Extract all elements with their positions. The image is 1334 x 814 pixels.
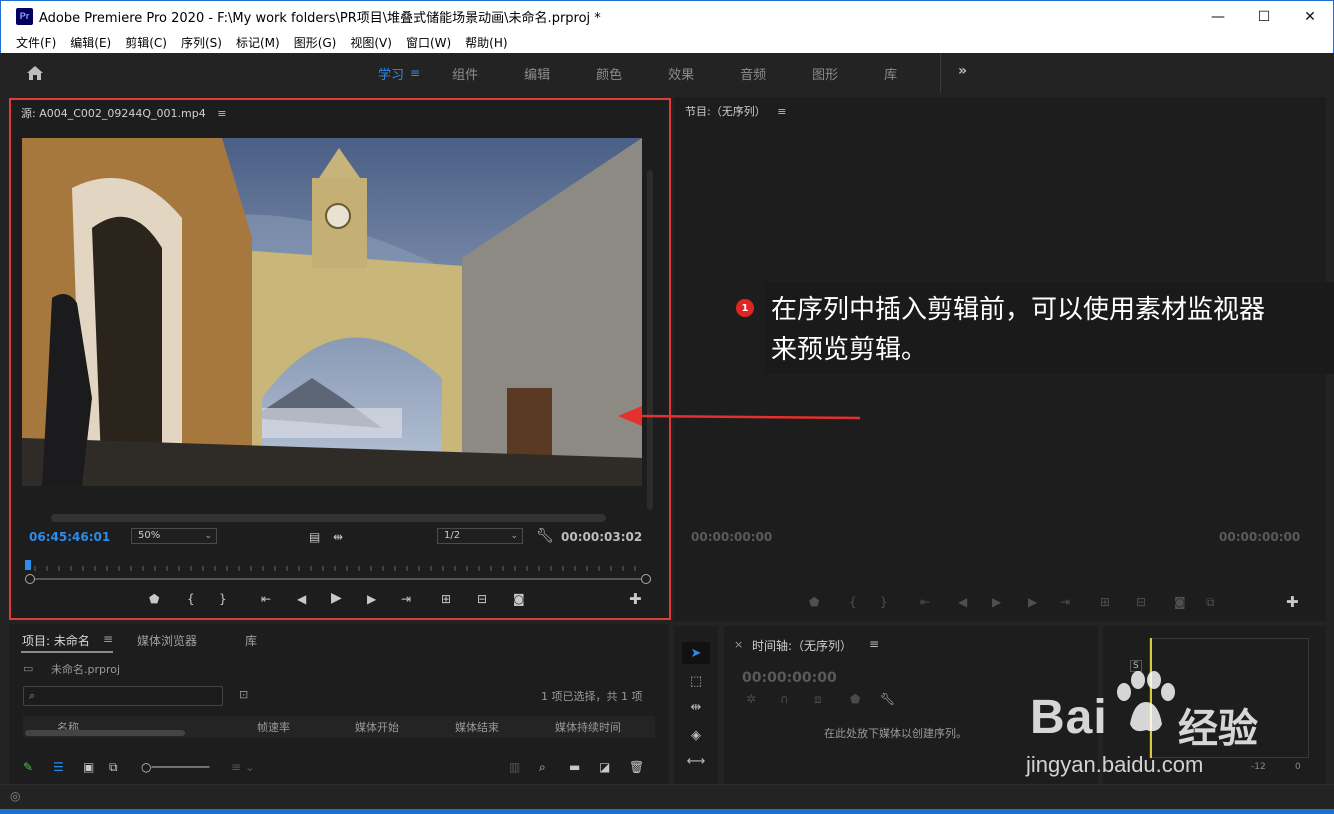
window-bottom-border [0, 809, 1334, 814]
tools-panel: ➤ ⬚ ⇹ ◈ ⟷ [674, 626, 718, 784]
creative-cloud-icon[interactable]: ◎ [10, 789, 20, 803]
find-icon[interactable]: ⌕ [539, 760, 546, 775]
column-media-duration[interactable]: 媒体持续时间 [555, 719, 621, 735]
timeline-menu-icon[interactable]: ≡ [869, 637, 879, 651]
table-horizontal-scrollbar[interactable] [25, 730, 185, 736]
sort-icon[interactable]: ≡ ⌄ [231, 760, 255, 774]
active-tab-underline [21, 651, 113, 653]
slip-tool-icon[interactable]: ⟷ [682, 750, 710, 772]
timeline-drop-hint: 在此处放下媒体以创建序列。 [824, 727, 967, 740]
zoom-slider[interactable]: ○──────── [141, 760, 209, 774]
project-table-header: 名称 帧速率 媒体开始 媒体结束 媒体持续时间 [23, 716, 655, 738]
timeline-panel: × 时间轴:（无序列） ≡ 00:00:00:00 ✲ ∩ ⧈ ⬟ 🔧︎ 在此处… [724, 626, 1098, 784]
new-bin-icon[interactable]: ▬ [569, 760, 580, 774]
audio-meter-panel: S -12 0 [1103, 626, 1326, 784]
timeline-settings-wrench-icon[interactable]: 🔧︎ [880, 692, 895, 706]
step-badge: 1 [736, 299, 754, 317]
callout-line-1: 在序列中插入剪辑前，可以使用素材监视器 [771, 295, 1266, 325]
tab-media-browser[interactable]: 媒体浏览器 [137, 632, 197, 649]
timeline-marker-icon[interactable]: ⬟ [850, 692, 860, 706]
razor-tool-icon[interactable]: ◈ [682, 724, 710, 746]
column-media-start[interactable]: 媒体开始 [355, 719, 399, 735]
tab-libraries[interactable]: 库 [245, 632, 257, 649]
project-toolbar: ✎ ☰ ▣ ⧉ ○──────── ≡ ⌄ ▥ ⌕ ▬ ◪ 🗑︎ [9, 756, 669, 776]
ripple-edit-tool-icon[interactable]: ⇹ [682, 696, 710, 718]
selection-tool-icon[interactable]: ➤ [682, 642, 710, 664]
timeline-title[interactable]: 时间轴:（无序列） [752, 637, 852, 654]
selection-status: 1 项已选择，共 1 项 [541, 690, 643, 703]
project-search-input[interactable]: ⌕ [23, 686, 223, 706]
freeform-view-icon[interactable]: ⧉ [109, 760, 118, 775]
list-view-icon[interactable]: ☰ [53, 760, 64, 774]
callout-line-2: 来预览剪辑。 [771, 335, 928, 365]
tab-project[interactable]: 项目: 未命名 [22, 632, 90, 649]
meter-level-line [1150, 638, 1152, 758]
project-panel: 项目: 未命名 ≡ 媒体浏览器 库 ▭ 未命名.prproj ⌕ ⊡ 1 项已选… [9, 624, 669, 784]
icon-view-icon[interactable]: ▣ [83, 760, 94, 774]
solo-button[interactable]: S [1130, 660, 1142, 672]
trash-icon[interactable]: 🗑︎ [629, 760, 644, 774]
timeline-timecode[interactable]: 00:00:00:00 [742, 670, 837, 686]
new-search-bin-icon[interactable]: ⊡ [239, 688, 248, 701]
linked-selection-icon[interactable]: ⧈ [814, 692, 822, 707]
column-media-end[interactable]: 媒体结束 [455, 719, 499, 735]
meter-scale-minus-12: -12 [1251, 762, 1266, 772]
meter-scale-zero: 0 [1295, 762, 1301, 772]
track-select-tool-icon[interactable]: ⬚ [682, 670, 710, 692]
nest-icon[interactable]: ✲ [746, 692, 756, 706]
meter-frame [1149, 638, 1309, 758]
project-file-name: 未命名.prproj [51, 663, 121, 676]
tutorial-callout: 在序列中插入剪辑前，可以使用素材监视器 来预览剪辑。 [765, 282, 1334, 374]
search-icon: ⌕ [29, 689, 36, 702]
column-frame-rate[interactable]: 帧速率 [257, 719, 290, 735]
project-tab-menu-icon[interactable]: ≡ [103, 632, 113, 646]
automate-to-sequence-icon[interactable]: ▥ [509, 760, 520, 774]
new-item-icon[interactable]: ◪ [599, 760, 610, 774]
pencil-icon[interactable]: ✎ [23, 760, 33, 774]
project-file-icon: ▭ [23, 662, 34, 675]
close-timeline-icon[interactable]: × [734, 638, 743, 651]
snap-icon[interactable]: ∩ [780, 692, 789, 706]
